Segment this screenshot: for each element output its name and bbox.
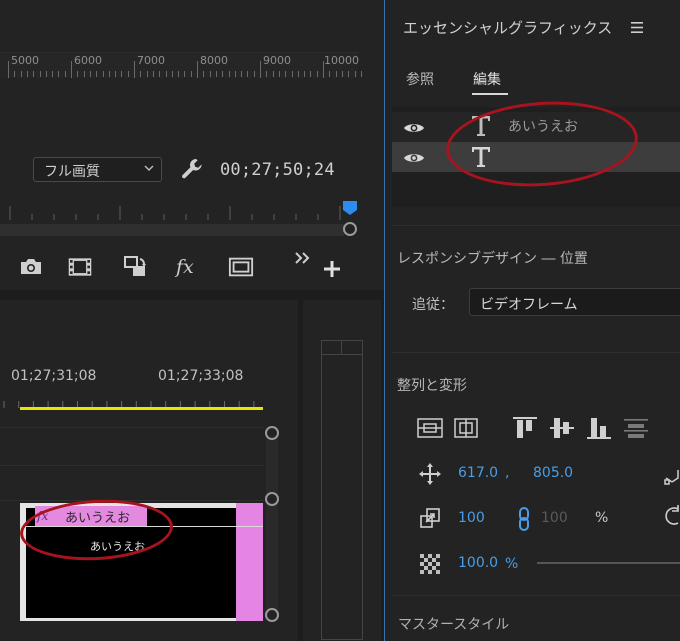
playhead-timecode[interactable]: 00;27;50;24 <box>220 160 335 180</box>
align-bottom-icon[interactable] <box>585 415 613 441</box>
align-center-frame-v-icon[interactable] <box>452 415 480 441</box>
safe-margin-icon[interactable] <box>228 254 254 280</box>
zoom-ruler[interactable]: 5000 6000 7000 8000 9000 10000 <box>0 52 362 78</box>
opacity-value[interactable]: 100.0 <box>458 555 498 571</box>
work-area-bar[interactable] <box>20 407 263 410</box>
panel-menu-icon[interactable] <box>630 21 644 34</box>
follow-label: 追従： <box>412 297 454 313</box>
timeline-timecode: 01;27;31;08 <box>11 368 97 384</box>
scrub-bar[interactable] <box>0 224 344 236</box>
ruler-label: 9000 <box>263 54 291 67</box>
position-x-value[interactable]: 617.0 <box>458 465 498 481</box>
follow-select[interactable]: ビデオフレーム <box>469 288 680 316</box>
opacity-icon <box>420 554 440 574</box>
clip-end-segment[interactable] <box>236 503 263 621</box>
audio-meter-header <box>321 340 363 355</box>
section-title-responsive-design: レスポンシブデザイン ― 位置 <box>397 251 588 267</box>
ruler-label: 5000 <box>11 54 39 67</box>
section-divider <box>392 595 680 596</box>
scale-value[interactable]: 100 <box>458 510 485 526</box>
track-divider <box>0 427 264 428</box>
section-title-master-style: マスタースタイル <box>398 617 510 633</box>
active-tab-indicator <box>472 93 508 95</box>
position-y-value[interactable]: 805.0 <box>533 465 573 481</box>
align-vertical-center-icon[interactable] <box>548 415 576 441</box>
ruler-label: 8000 <box>200 54 228 67</box>
rotation-icon <box>665 505 679 525</box>
scrollbar-handle[interactable] <box>265 492 279 506</box>
section-divider <box>392 225 680 226</box>
panel-title: エッセンシャルグラフィックス <box>403 19 613 37</box>
chevron-double-right-icon[interactable] <box>294 251 312 265</box>
filmstrip-icon[interactable] <box>67 254 93 280</box>
link-icon[interactable] <box>517 507 531 531</box>
eye-icon[interactable] <box>403 151 425 165</box>
essential-graphics-panel <box>384 0 680 641</box>
ruler-label: 10000 <box>324 54 359 67</box>
scale-width-value: 100 <box>541 510 568 526</box>
audio-meter <box>321 340 363 640</box>
opacity-unit: % <box>505 556 519 572</box>
playhead-marker[interactable] <box>342 200 358 216</box>
wrench-icon[interactable] <box>179 156 205 182</box>
scale-unit: % <box>595 510 609 526</box>
align-top-icon[interactable] <box>511 415 539 441</box>
audio-meter-divider <box>341 340 342 355</box>
ruler-label: 7000 <box>137 54 165 67</box>
distribute-vertical-icon[interactable] <box>622 415 650 441</box>
track-divider <box>0 465 264 466</box>
timeline-scrollbar[interactable] <box>266 428 278 620</box>
scrollbar-handle-top[interactable] <box>265 426 279 440</box>
fx-icon[interactable]: fx <box>176 256 194 278</box>
tab-edit[interactable]: 編集 <box>473 69 501 89</box>
section-title-align-transform: 整列と変形 <box>397 378 467 394</box>
section-divider <box>392 352 680 353</box>
replace-icon[interactable] <box>122 254 148 280</box>
tab-browse[interactable]: 参照 <box>406 69 434 89</box>
camera-icon[interactable] <box>18 254 44 280</box>
timeline-ruler[interactable] <box>0 392 266 408</box>
program-monitor <box>0 0 384 290</box>
position-separator: , <box>505 465 510 481</box>
timeline-timecode: 01;27;33;08 <box>158 368 244 384</box>
opacity-slider[interactable] <box>537 562 680 564</box>
anchor-icon <box>664 470 679 485</box>
align-center-frame-h-icon[interactable] <box>416 415 444 441</box>
playback-quality-value: フル画質 <box>44 164 100 180</box>
position-icon <box>419 463 441 485</box>
eye-icon[interactable] <box>403 121 425 135</box>
zoom-handle[interactable] <box>343 222 357 236</box>
scale-icon <box>420 508 440 528</box>
scrollbar-handle-bottom[interactable] <box>265 608 279 622</box>
chevron-down-icon <box>144 165 154 171</box>
ruler-label: 6000 <box>74 54 102 67</box>
plus-icon[interactable] <box>322 259 342 279</box>
